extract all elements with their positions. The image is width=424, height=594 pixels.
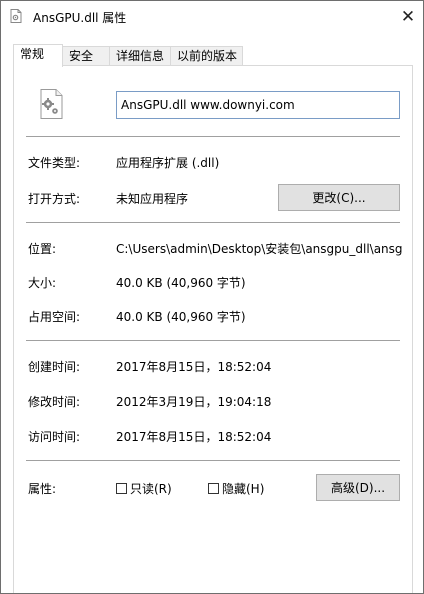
- hidden-checkbox-box[interactable]: [208, 483, 219, 494]
- hidden-checkbox[interactable]: 隐藏(H): [208, 480, 264, 497]
- separator: [26, 340, 400, 341]
- readonly-checkbox[interactable]: 只读(R): [116, 480, 172, 497]
- tab-previous-versions[interactable]: 以前的版本: [170, 46, 243, 65]
- dll-file-icon: [10, 9, 22, 23]
- open-with-value: 未知应用程序: [116, 192, 189, 206]
- location-label: 位置:: [28, 242, 57, 256]
- readonly-checkbox-label: 只读(R): [130, 482, 172, 496]
- file-type-value: 应用程序扩展 (.dll): [116, 156, 220, 170]
- attributes-label: 属性:: [28, 482, 57, 496]
- tab-security-label: 安全: [69, 49, 94, 63]
- tab-general[interactable]: 常规: [13, 44, 63, 67]
- advanced-button[interactable]: 高级(D)...: [316, 474, 400, 501]
- tab-bar: 常规 安全 详细信息 以前的版本: [13, 44, 413, 67]
- separator: [26, 222, 400, 223]
- modified-value: 2012年3月19日，19:04:18: [116, 395, 272, 409]
- size-on-disk-value: 40.0 KB (40,960 字节): [116, 310, 246, 324]
- window-title: AnsGPU.dll 属性: [33, 11, 127, 25]
- separator: [26, 136, 400, 137]
- size-on-disk-label: 占用空间:: [28, 310, 81, 324]
- tab-security[interactable]: 安全: [62, 46, 110, 65]
- location-value: C:\Users\admin\Desktop\安装包\ansgpu_dll\an…: [116, 242, 402, 256]
- size-value: 40.0 KB (40,960 字节): [116, 276, 246, 290]
- file-name-input[interactable]: [116, 91, 400, 119]
- tab-details-label: 详细信息: [116, 49, 165, 63]
- created-value: 2017年8月15日，18:52:04: [116, 360, 272, 374]
- created-label: 创建时间:: [28, 360, 81, 374]
- open-with-label: 打开方式:: [28, 192, 81, 206]
- close-icon: ✕: [400, 7, 416, 27]
- readonly-checkbox-box[interactable]: [116, 483, 127, 494]
- properties-window: AnsGPU.dll 属性 ✕ 常规 安全 详细信息 以前的版本 AnsGPU.…: [0, 0, 424, 594]
- tab-general-label: 常规: [20, 47, 45, 61]
- change-button[interactable]: 更改(C)...: [278, 184, 400, 211]
- general-panel: 文件类型: 应用程序扩展 (.dll) 打开方式: 未知应用程序 更改(C)..…: [13, 65, 413, 593]
- hidden-checkbox-label: 隐藏(H): [222, 482, 265, 496]
- separator: [26, 460, 400, 461]
- modified-label: 修改时间:: [28, 395, 81, 409]
- tab-details[interactable]: 详细信息: [109, 46, 171, 65]
- accessed-value: 2017年8月15日，18:52:04: [116, 430, 272, 444]
- tab-previous-versions-label: 以前的版本: [177, 49, 238, 63]
- file-type-label: 文件类型:: [28, 156, 81, 170]
- title-bar[interactable]: AnsGPU.dll 属性 ✕: [1, 1, 423, 33]
- size-label: 大小:: [28, 276, 57, 290]
- accessed-label: 访问时间:: [28, 430, 81, 444]
- dll-gear-file-icon: [40, 89, 63, 119]
- close-button[interactable]: ✕: [393, 1, 423, 33]
